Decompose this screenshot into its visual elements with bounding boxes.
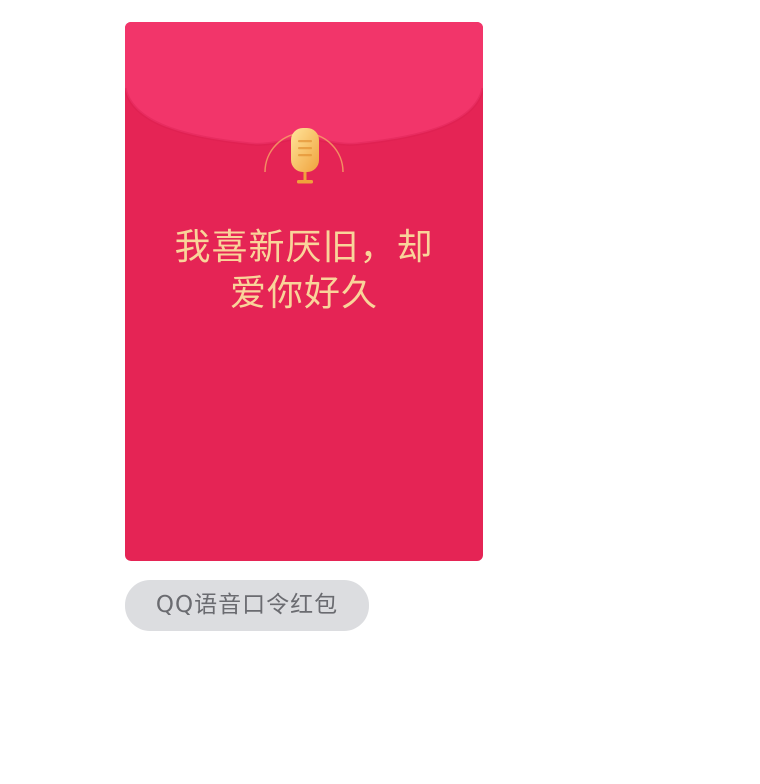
red-envelope-card[interactable]: 我喜新厌旧，却 爱你好久 [125, 22, 483, 561]
envelope-message: 我喜新厌旧，却 爱你好久 [125, 225, 483, 317]
microphone-icon [291, 128, 319, 184]
envelope-type-label: QQ语音口令红包 [125, 580, 369, 631]
message-line-1: 我喜新厌旧，却 [174, 227, 434, 268]
message-line-2: 爱你好久 [229, 273, 378, 314]
